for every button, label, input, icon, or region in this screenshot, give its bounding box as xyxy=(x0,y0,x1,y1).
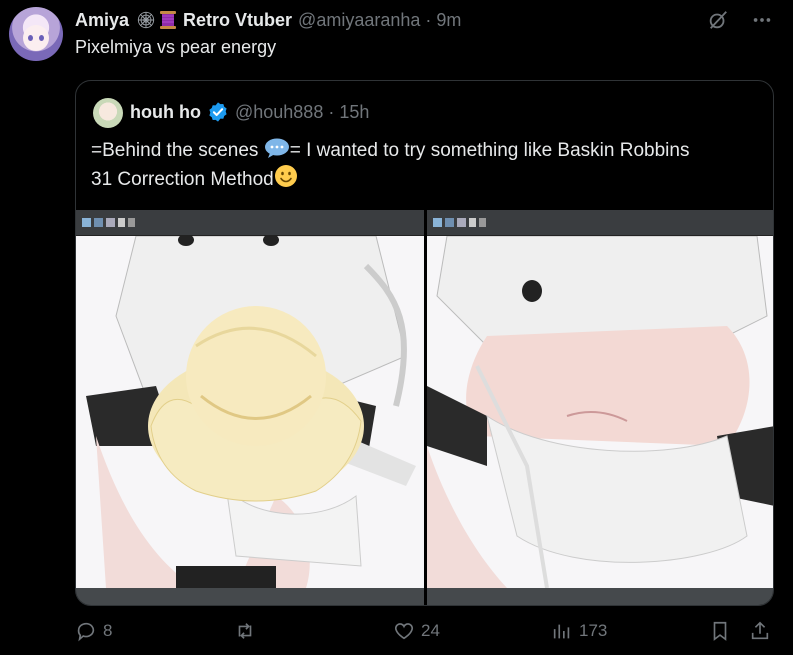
post[interactable]: Amiya Retro Vtuber @amiyaaranha · 9m Pix… xyxy=(0,0,793,655)
share-button[interactable] xyxy=(749,620,771,642)
quoted-handle[interactable]: @houh888 xyxy=(235,102,323,123)
timestamp[interactable]: 9m xyxy=(436,10,461,31)
bookmark-icon xyxy=(713,621,727,641)
reply-count: 8 xyxy=(103,621,113,640)
quoted-display-name[interactable]: houh ho xyxy=(130,102,201,123)
separator: · xyxy=(328,101,335,122)
repost-button[interactable] xyxy=(233,620,263,642)
quoted-text-part: = I wanted to try something like Baskin … xyxy=(289,140,690,161)
display-name[interactable]: Amiya xyxy=(75,10,129,31)
avatar[interactable] xyxy=(9,7,63,61)
post-text: Pixelmiya vs pear energy xyxy=(75,37,277,57)
verified-badge-icon xyxy=(209,102,227,122)
more-icon[interactable] xyxy=(751,9,773,31)
heart-icon xyxy=(394,623,414,640)
separator: · xyxy=(425,9,432,30)
slightly-smiling-face-icon xyxy=(274,165,297,187)
avatar-face xyxy=(23,25,49,51)
handle[interactable]: @amiyaaranha xyxy=(298,10,420,31)
drawing-canvas xyxy=(76,236,424,588)
grok-icon[interactable] xyxy=(707,9,729,31)
like-count: 24 xyxy=(421,621,440,640)
post-header: Amiya Retro Vtuber @amiyaaranha · 9m xyxy=(75,9,461,31)
analytics-icon xyxy=(553,624,570,639)
like-button[interactable]: 24 xyxy=(393,620,440,642)
quoted-text-part: 31 Correction Method xyxy=(91,169,274,190)
repost-icon xyxy=(238,623,252,639)
media-grid xyxy=(76,210,773,605)
quoted-header: houh ho @houh888 · 15h xyxy=(130,101,369,123)
quoted-text-part: =Behind the scenes xyxy=(91,140,264,161)
header-actions xyxy=(707,9,773,31)
bookmark-button[interactable] xyxy=(709,620,731,642)
spider-web-icon xyxy=(137,11,155,29)
view-count: 173 xyxy=(579,621,608,640)
drawing-canvas xyxy=(427,236,773,588)
action-bar: 8 24 173 xyxy=(75,620,775,650)
app-statusbar xyxy=(76,588,424,605)
quoted-timestamp[interactable]: 15h xyxy=(339,102,369,123)
app-statusbar xyxy=(427,588,773,605)
thread-spool-icon xyxy=(160,11,177,29)
quoted-post[interactable]: houh ho @houh888 · 15h =Behind the scene… xyxy=(75,80,774,606)
share-icon xyxy=(751,621,769,640)
media-image-right[interactable] xyxy=(427,210,773,605)
reply-button[interactable]: 8 xyxy=(75,620,112,642)
speech-bubble-icon xyxy=(264,138,289,158)
media-image-left[interactable] xyxy=(76,210,424,605)
quoted-text: =Behind the scenes = I wanted to try som… xyxy=(91,137,761,193)
quoted-avatar[interactable] xyxy=(93,98,123,128)
avatar-eye xyxy=(39,35,44,41)
display-name-suffix[interactable]: Retro Vtuber xyxy=(183,10,292,31)
reply-icon xyxy=(77,622,95,642)
avatar-eye xyxy=(28,35,33,41)
views-button[interactable]: 173 xyxy=(551,620,607,642)
app-toolbar xyxy=(76,210,424,236)
app-toolbar xyxy=(427,210,773,236)
